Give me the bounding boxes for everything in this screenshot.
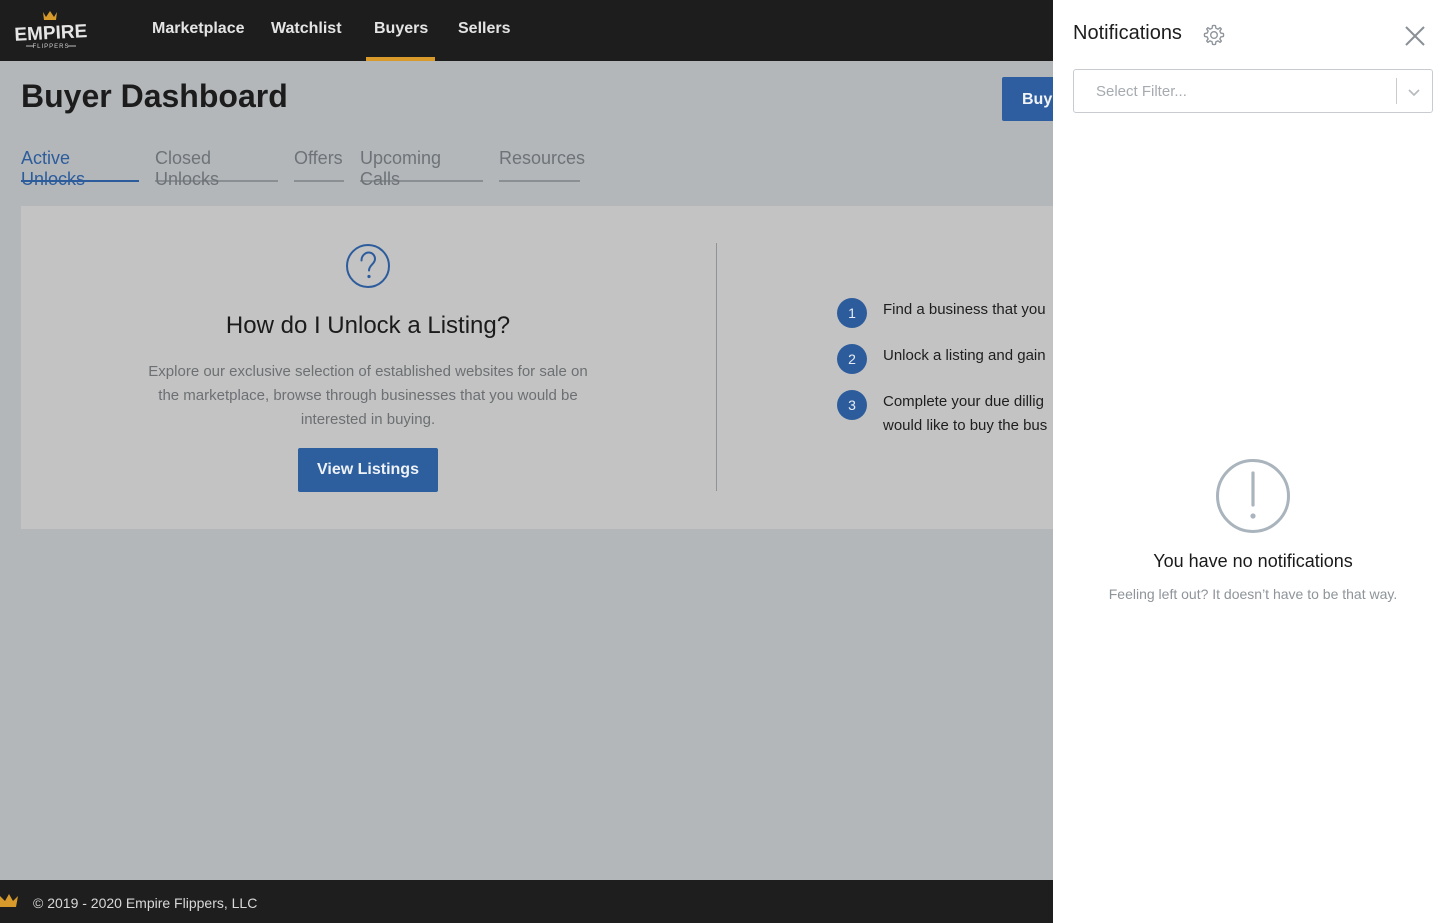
tab-upcoming-calls[interactable]: Upcoming Calls	[360, 148, 483, 189]
step-number: 3	[837, 390, 867, 420]
notifications-title: Notifications	[1073, 22, 1182, 44]
step-number: 1	[837, 298, 867, 328]
tab-active-unlocks[interactable]: Active Unlocks	[21, 148, 139, 189]
svg-text:EMPIRE: EMPIRE	[14, 21, 88, 46]
exclamation-circle-icon	[1215, 458, 1291, 534]
filter-placeholder: Select Filter...	[1096, 83, 1187, 100]
svg-text:FLIPPERS: FLIPPERS	[32, 44, 69, 50]
filter-separator	[1396, 78, 1397, 104]
tab-offers[interactable]: Offers	[294, 148, 344, 182]
nav-marketplace[interactable]: Marketplace	[152, 0, 245, 61]
gear-icon[interactable]	[1203, 24, 1225, 46]
card-title: How do I Unlock a Listing?	[225, 312, 511, 339]
notifications-panel: Notifications Select Filter... You have …	[1053, 0, 1440, 923]
view-listings-button[interactable]: View Listings	[298, 448, 438, 492]
copyright-text: © 2019 - 2020 Empire Flippers, LLC	[33, 895, 258, 911]
step-text: Complete your due dillig	[883, 393, 1044, 410]
step-text: Find a business that you	[883, 301, 1046, 318]
close-icon[interactable]	[1403, 24, 1427, 48]
step-text: Unlock a listing and gain	[883, 347, 1046, 364]
question-circle-icon	[345, 243, 391, 289]
unlock-info-card: How do I Unlock a Listing? Explore our e…	[21, 206, 1091, 529]
empire-flippers-logo[interactable]: EMPIRE FLIPPERS	[10, 8, 92, 52]
nav-watchlist[interactable]: Watchlist	[271, 0, 342, 61]
crown-icon	[0, 894, 18, 908]
chevron-down-icon[interactable]	[1406, 84, 1422, 100]
page-title: Buyer Dashboard	[21, 78, 288, 114]
empty-state-subtitle: Feeling left out? It doesn’t have to be …	[1108, 586, 1398, 602]
step-number: 2	[837, 344, 867, 374]
card-divider	[716, 243, 717, 491]
empty-state-title: You have no notifications	[1153, 551, 1353, 571]
nav-buyers[interactable]: Buyers	[366, 0, 435, 61]
card-description: Explore our exclusive selection of estab…	[148, 363, 588, 428]
notification-filter-select[interactable]: Select Filter...	[1073, 69, 1433, 113]
nav-sellers[interactable]: Sellers	[458, 0, 510, 61]
step-text-continued: would like to buy the bus	[883, 417, 1048, 434]
tab-resources[interactable]: Resources	[499, 148, 585, 182]
tab-closed-unlocks[interactable]: Closed Unlocks	[155, 148, 278, 189]
